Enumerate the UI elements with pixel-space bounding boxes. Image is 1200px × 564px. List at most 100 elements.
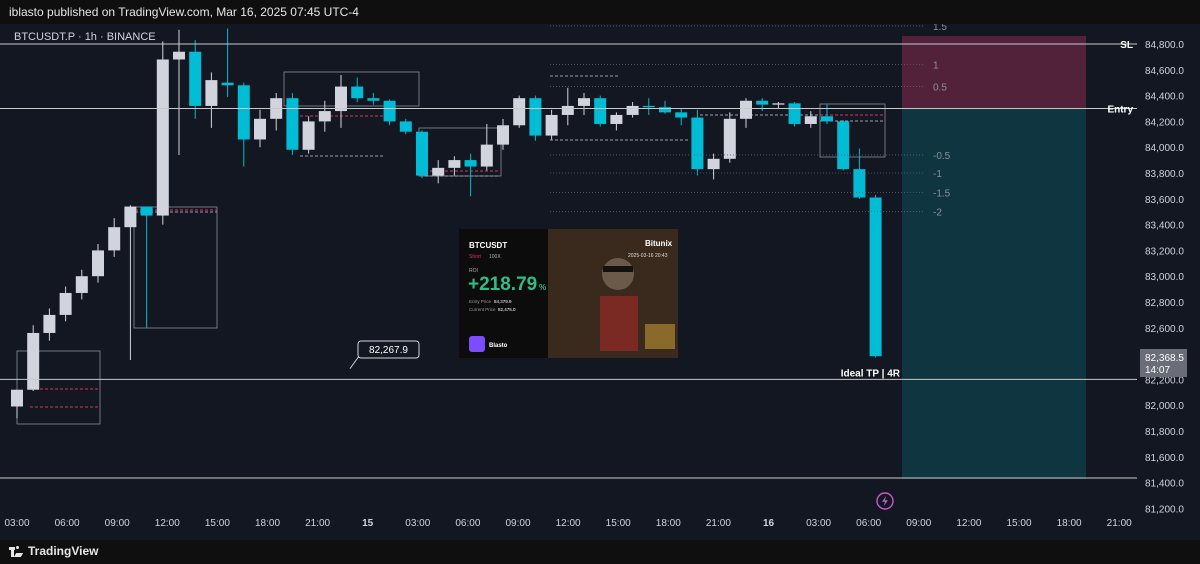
- time-tick-label: 16: [763, 518, 775, 529]
- candle-body[interactable]: [480, 144, 493, 167]
- price-tick-label: 83,000.0: [1145, 272, 1184, 283]
- candle-body[interactable]: [707, 158, 720, 170]
- candle-body[interactable]: [869, 197, 882, 357]
- price-tick-label: 84,600.0: [1145, 66, 1184, 77]
- time-tick-label: 18:00: [255, 518, 280, 529]
- sunglasses: [603, 266, 633, 272]
- candle-body[interactable]: [108, 227, 121, 251]
- candle-body[interactable]: [464, 160, 477, 167]
- candle-body[interactable]: [351, 86, 364, 99]
- candle-body[interactable]: [302, 121, 315, 150]
- candle-body[interactable]: [529, 98, 542, 136]
- candle-body[interactable]: [189, 51, 202, 106]
- bear-body: [600, 296, 638, 351]
- price-tick-label: 83,600.0: [1145, 195, 1184, 206]
- candle-body[interactable]: [821, 116, 833, 122]
- fib-label: -1.5: [933, 188, 951, 199]
- candle-body[interactable]: [156, 59, 169, 216]
- candle-body[interactable]: [626, 105, 639, 115]
- price-tick-label: 81,200.0: [1145, 504, 1184, 515]
- time-tick-label: 06:00: [55, 518, 80, 529]
- candle-body[interactable]: [578, 98, 590, 106]
- time-axis[interactable]: 03:00 06:00 09:00 12:00 15:00 18:00 21:00 15 03:…: [4, 518, 1132, 529]
- candle-body[interactable]: [513, 98, 526, 126]
- candle-body[interactable]: [335, 86, 347, 112]
- candle-body[interactable]: [610, 114, 623, 124]
- time-tick-label: 21:00: [706, 518, 731, 529]
- callout-label: 82,267.9: [369, 345, 408, 356]
- candle-body[interactable]: [804, 116, 817, 124]
- fib-label: 1: [933, 61, 939, 72]
- price-tick-label: 82,600.0: [1145, 324, 1184, 335]
- candle-body[interactable]: [59, 292, 72, 315]
- stop-loss-zone: [902, 44, 1086, 109]
- candle-body[interactable]: [221, 82, 234, 86]
- candle-body[interactable]: [659, 107, 671, 113]
- time-tick-label: 15:00: [1006, 518, 1031, 529]
- time-tick-label: 09:00: [105, 518, 130, 529]
- candle-body[interactable]: [43, 314, 56, 333]
- price-tick-label: 83,800.0: [1145, 169, 1184, 180]
- level-label: Entry: [1107, 105, 1133, 116]
- candle-body[interactable]: [723, 118, 736, 159]
- pnl-card: BTCUSDTShort 100XBitunix2025-03-16 20:43R…: [459, 229, 678, 358]
- candle-body[interactable]: [11, 389, 23, 407]
- candle-body[interactable]: [561, 105, 574, 115]
- tradingview-footer: TradingView: [0, 540, 1200, 564]
- candle-body[interactable]: [124, 206, 137, 228]
- candle-body[interactable]: [254, 118, 266, 140]
- candle-body[interactable]: [691, 117, 704, 170]
- candle-body[interactable]: [448, 160, 461, 168]
- price-tick-label: 81,600.0: [1145, 453, 1184, 464]
- gold-pile: [645, 324, 675, 349]
- candle-body[interactable]: [140, 206, 153, 216]
- candle-body[interactable]: [399, 121, 412, 132]
- candle-body[interactable]: [318, 111, 331, 122]
- candle-body[interactable]: [173, 51, 185, 60]
- price-tick-label: 84,400.0: [1145, 92, 1184, 103]
- time-tick-label: 12:00: [956, 518, 981, 529]
- candle-body[interactable]: [367, 98, 380, 101]
- candle-body[interactable]: [675, 112, 688, 118]
- card-current-label: Current Price: [469, 307, 496, 312]
- candle-body[interactable]: [594, 98, 607, 124]
- price-tick-label: 81,800.0: [1145, 427, 1184, 438]
- candle-body[interactable]: [92, 250, 104, 277]
- candle-body[interactable]: [545, 114, 558, 136]
- time-tick-label: 06:00: [856, 518, 881, 529]
- candle-body[interactable]: [756, 100, 769, 105]
- candle-body[interactable]: [642, 105, 655, 108]
- footer-brand: TradingView: [28, 544, 99, 558]
- candle-body[interactable]: [740, 100, 752, 119]
- candle-body[interactable]: [75, 276, 88, 293]
- candlestick-chart[interactable]: SL Entry Ideal TP | 4R 1.5 1 0.5 -0.5 -1 -1.5 -2…: [0, 24, 1200, 540]
- candle-body[interactable]: [286, 98, 299, 150]
- card-pair: BTCUSDT: [469, 241, 507, 250]
- card-user: Blasto: [489, 343, 508, 349]
- price-tick-label: 81,400.0: [1145, 479, 1184, 490]
- candle-body[interactable]: [416, 131, 428, 176]
- candle-body[interactable]: [497, 125, 509, 145]
- time-tick-label: 18:00: [656, 518, 681, 529]
- time-tick-label: 03:00: [4, 518, 29, 529]
- time-tick-label: 15: [362, 518, 374, 529]
- price-tick-label: 82,800.0: [1145, 298, 1184, 309]
- card-leverage: 100X: [489, 254, 501, 260]
- price-tick-label: 83,400.0: [1145, 221, 1184, 232]
- candle-body[interactable]: [788, 103, 801, 124]
- candle-body[interactable]: [205, 80, 218, 106]
- time-tick-label: 09:00: [505, 518, 530, 529]
- candle-body[interactable]: [432, 167, 445, 176]
- card-entry-value: 84,379.9: [494, 299, 512, 304]
- fib-label: -2: [933, 208, 942, 219]
- candle-body[interactable]: [383, 100, 396, 122]
- candle-body[interactable]: [837, 121, 850, 170]
- price-tick-label: 84,800.0: [1145, 40, 1184, 51]
- time-tick-label: 12:00: [155, 518, 180, 529]
- candle-body[interactable]: [772, 103, 785, 105]
- take-profit-zone: [902, 108, 1086, 479]
- tradingview-logo-icon: [9, 544, 24, 558]
- card-time: 2025-03-16 20:43: [628, 253, 668, 259]
- candle-body[interactable]: [237, 85, 250, 140]
- candle-body[interactable]: [27, 332, 40, 390]
